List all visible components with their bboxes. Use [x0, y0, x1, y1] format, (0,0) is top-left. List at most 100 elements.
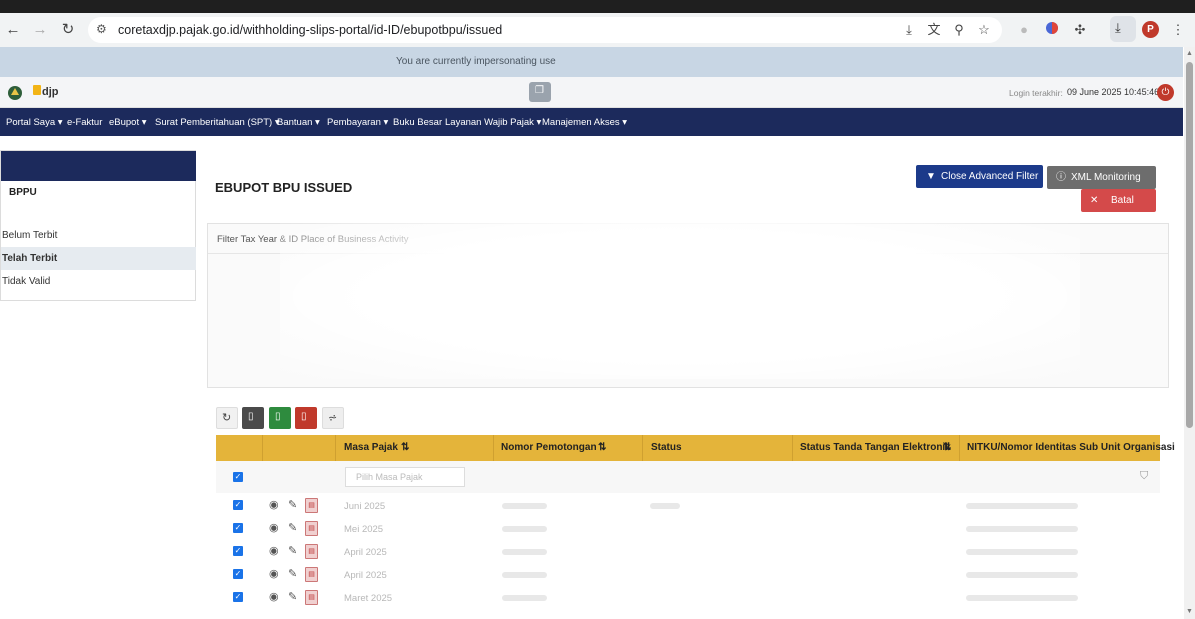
page-title: EBUPOT BPU ISSUED — [215, 180, 353, 195]
view-eye-icon[interactable]: ◉ — [269, 567, 279, 580]
nav-pembayaran[interactable]: Pembayaran ▾ — [327, 117, 388, 128]
government-emblem-icon — [8, 86, 22, 100]
sidebar: BPPU Belum Terbit Telah Terbit Tidak Val… — [0, 150, 196, 301]
sidebar-item-tidak-valid[interactable]: Tidak Valid — [1, 270, 196, 293]
sidebar-header — [1, 151, 196, 181]
impersonation-text: You are currently impersonating use — [396, 56, 556, 67]
table-cell-masa-pajak: Juni 2025 — [344, 501, 386, 512]
zoom-icon[interactable]: ⚲ — [950, 21, 968, 39]
sort-icon[interactable]: ⇅ — [598, 442, 606, 453]
batal-label: Batal — [1111, 195, 1134, 206]
impersonation-banner: You are currently impersonating use — [0, 47, 1183, 77]
redacted-cell — [966, 526, 1078, 532]
column-header-nitku[interactable]: NITKU/Nomor Identitas Sub Unit Organisas… — [967, 442, 1175, 453]
edit-pencil-icon[interactable]: ✎ — [288, 590, 297, 603]
nav-portal-saya[interactable]: Portal Saya ▾ — [6, 117, 63, 128]
export-excel-button[interactable]: ▯ — [269, 407, 291, 429]
select-all-checkbox[interactable]: ✓ — [233, 472, 243, 482]
scroll-up-arrow-icon[interactable]: ▲ — [1186, 50, 1193, 57]
sort-icon[interactable]: ⇅ — [943, 442, 951, 453]
sort-icon[interactable]: ⇅ — [401, 442, 409, 453]
address-bar[interactable]: ⚙ coretaxdjp.pajak.go.id/withholding-sli… — [88, 17, 1002, 43]
clear-filter-button[interactable]: ⩫ — [322, 407, 344, 429]
forward-arrow-icon[interactable]: → — [31, 21, 49, 39]
view-eye-icon[interactable]: ◉ — [269, 521, 279, 534]
nav-ebupot[interactable]: eBupot ▾ — [109, 117, 147, 128]
row-checkbox[interactable]: ✓ — [233, 592, 243, 602]
view-eye-icon[interactable]: ◉ — [269, 498, 279, 511]
scroll-down-arrow-icon[interactable]: ▼ — [1186, 608, 1193, 615]
scrollbar-thumb[interactable] — [1186, 62, 1193, 428]
export-pdf-button[interactable]: ▯ — [295, 407, 317, 429]
xml-monitoring-button[interactable]: ⓘ XML Monitoring — [1047, 166, 1156, 189]
sidebar-item-telah-terbit[interactable]: Telah Terbit — [1, 247, 196, 270]
column-header-nomor-pemotongan[interactable]: Nomor Pemotongan — [501, 442, 597, 453]
translate-icon[interactable]: 文 — [925, 21, 943, 39]
nav-spt[interactable]: Surat Pemberitahuan (SPT) ▾ — [155, 117, 280, 128]
redacted-cell — [502, 503, 547, 509]
login-label: Login terakhir: — [1009, 88, 1063, 98]
refresh-icon: ↻ — [222, 412, 232, 424]
pdf-file-icon: ▯ — [301, 411, 307, 422]
login-time: 09 June 2025 10:45:46 — [1067, 87, 1160, 97]
download-icon[interactable]: ⤓ — [900, 21, 918, 39]
sidebar-item-belum-terbit[interactable]: Belum Terbit — [1, 224, 196, 247]
pdf-download-icon[interactable]: ▤ — [305, 521, 318, 536]
profile-avatar[interactable]: P — [1142, 21, 1159, 38]
pdf-download-icon[interactable]: ▤ — [305, 590, 318, 605]
page-scrollbar[interactable]: ▲ ▼ — [1184, 47, 1195, 619]
nav-manajemen-akses[interactable]: Manajemen Akses ▾ — [542, 117, 627, 128]
funnel-icon[interactable]: ⛉ — [1140, 470, 1148, 483]
window-top-strip — [0, 0, 1195, 13]
edit-pencil-icon[interactable]: ✎ — [288, 544, 297, 557]
extensions-puzzle-icon[interactable]: ✣ — [1071, 21, 1089, 39]
pdf-download-icon[interactable]: ▤ — [305, 567, 318, 582]
column-divider — [493, 435, 494, 461]
table-header: Masa Pajak ⇅ Nomor Pemotongan ⇅ Status S… — [216, 435, 1175, 461]
extension-dot-icon[interactable]: ● — [1015, 21, 1033, 39]
redacted-cell — [966, 572, 1078, 578]
url-text[interactable]: coretaxdjp.pajak.go.id/withholding-slips… — [118, 23, 502, 37]
nav-buku-besar[interactable]: Buku Besar — [393, 117, 442, 128]
edit-pencil-icon[interactable]: ✎ — [288, 498, 297, 511]
masa-pajak-filter-select[interactable]: Pilih Masa Pajak — [345, 467, 465, 487]
refresh-button[interactable]: ↻ — [216, 407, 238, 429]
back-arrow-icon[interactable]: ← — [4, 21, 22, 39]
edit-pencil-icon[interactable]: ✎ — [288, 567, 297, 580]
reload-icon[interactable]: ↻ — [59, 21, 77, 39]
export-file-button[interactable]: ▯ — [242, 407, 264, 429]
view-eye-icon[interactable]: ◉ — [269, 544, 279, 557]
row-checkbox[interactable]: ✓ — [233, 500, 243, 510]
app-header: djp ❐ Login terakhir: 09 June 2025 10:45… — [0, 77, 1183, 108]
close-x-icon: ✕ — [1090, 195, 1099, 206]
batal-button[interactable]: ✕ Batal — [1081, 189, 1156, 212]
row-checkbox[interactable]: ✓ — [233, 569, 243, 579]
pdf-download-icon[interactable]: ▤ — [305, 498, 318, 513]
browser-toolbar: ← → ↻ ⚙ coretaxdjp.pajak.go.id/withholdi… — [0, 13, 1195, 47]
redacted-cell — [502, 549, 547, 555]
redacted-cell — [502, 595, 547, 601]
column-header-status-ttd[interactable]: Status Tanda Tangan Elektronik — [800, 442, 951, 453]
close-advanced-filter-button[interactable]: ▼ Close Advanced Filter — [916, 165, 1043, 188]
nav-bantuan[interactable]: Bantuan ▾ — [277, 117, 320, 128]
nav-e-faktur[interactable]: e-Faktur — [67, 117, 102, 128]
logout-icon[interactable]: ⏻ — [1157, 84, 1174, 101]
downloads-button[interactable]: ⤓ — [1110, 16, 1136, 42]
edit-pencil-icon[interactable]: ✎ — [288, 521, 297, 534]
copy-button[interactable]: ❐ — [529, 82, 551, 102]
extension-color-icon[interactable] — [1043, 21, 1061, 39]
browser-menu-icon[interactable]: ⋮ — [1169, 21, 1187, 39]
copy-icon: ❐ — [535, 85, 544, 96]
download-tray-icon: ⤓ — [1115, 20, 1121, 35]
row-checkbox[interactable]: ✓ — [233, 523, 243, 533]
row-checkbox[interactable]: ✓ — [233, 546, 243, 556]
column-header-masa-pajak[interactable]: Masa Pajak — [344, 442, 398, 453]
pdf-download-icon[interactable]: ▤ — [305, 544, 318, 559]
nav-layanan-wajib-pajak[interactable]: Layanan Wajib Pajak ▾ — [445, 117, 541, 128]
site-settings-icon[interactable]: ⚙ — [96, 22, 107, 36]
logo-text: djp — [42, 86, 59, 98]
column-header-status[interactable]: Status — [651, 442, 682, 453]
close-advanced-filter-label: Close Advanced Filter — [941, 171, 1039, 182]
bookmark-star-icon[interactable]: ☆ — [975, 21, 993, 39]
view-eye-icon[interactable]: ◉ — [269, 590, 279, 603]
